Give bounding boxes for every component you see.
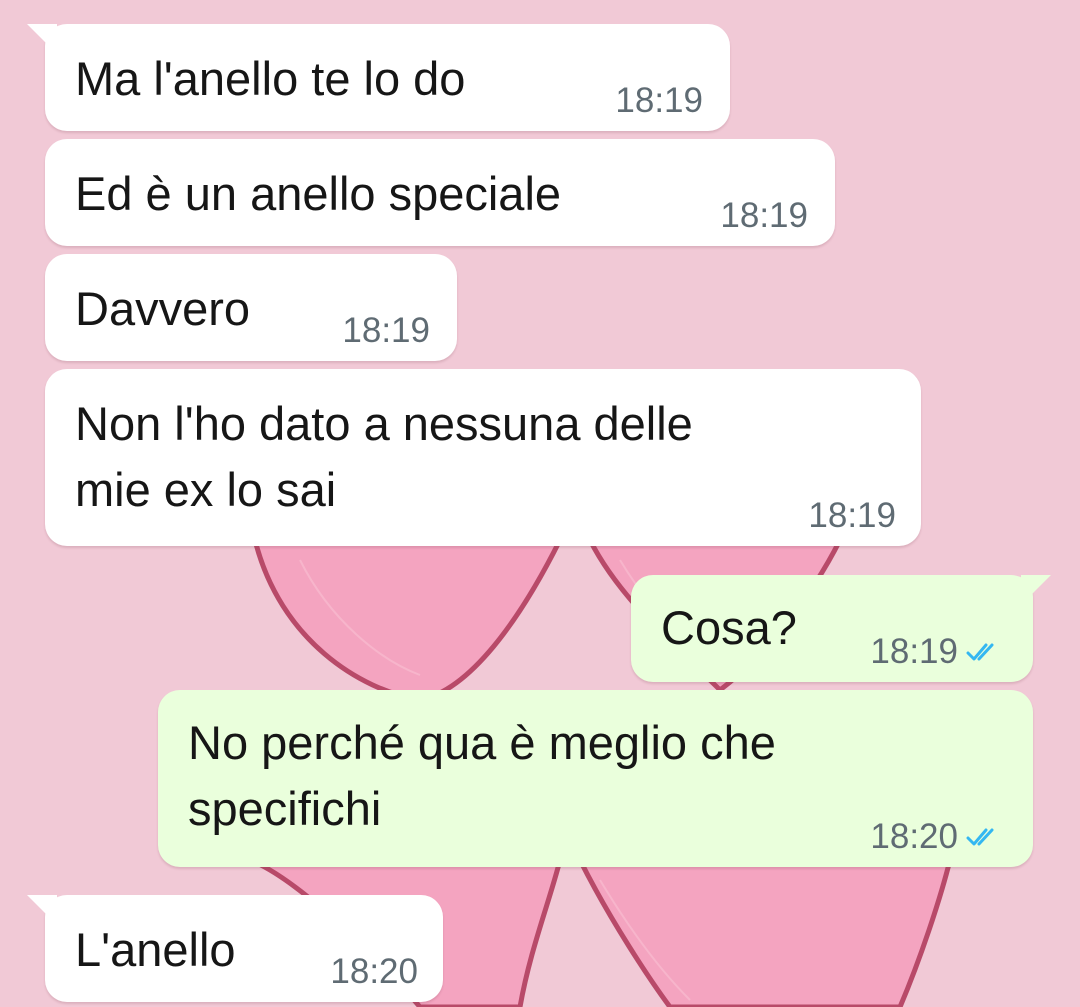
double-check-read-icon — [966, 643, 994, 661]
message-text: Cosa? — [661, 601, 797, 654]
message-text: Ed è un anello speciale — [75, 167, 562, 220]
message-text-line: mie ex lo sai — [75, 463, 337, 516]
message-bubble-outgoing[interactable]: No perché qua è meglio che specifichi 18… — [158, 690, 1033, 867]
message-time: 18:20 — [870, 817, 958, 856]
message-bubble-outgoing[interactable]: Cosa? 18:19 — [631, 575, 1051, 682]
message-text: Davvero — [75, 282, 251, 335]
message-bubble-incoming[interactable]: Non l'ho dato a nessuna delle mie ex lo … — [45, 369, 921, 546]
message-text-line: No perché qua è meglio che — [188, 716, 776, 769]
message-text: L'anello — [75, 923, 236, 976]
message-timestamp-group: 18:19 — [342, 311, 430, 351]
message-text-line: specifichi — [188, 782, 382, 835]
message-timestamp-group: 18:19 — [808, 496, 896, 536]
message-text-line: Non l'ho dato a nessuna delle — [75, 397, 693, 450]
double-check-read-icon — [966, 828, 994, 846]
message-timestamp-group: 18:20 — [870, 817, 1006, 857]
message-time: 18:19 — [808, 496, 896, 535]
message-bubble-incoming[interactable]: Ma l'anello te lo do 18:19 — [27, 24, 730, 131]
message-time: 18:19 — [615, 81, 703, 120]
message-bubble-incoming[interactable]: L'anello 18:20 — [27, 895, 443, 1002]
message-bubble-incoming[interactable]: Ed è un anello speciale 18:19 — [45, 139, 835, 246]
message-timestamp-group: 18:20 — [330, 952, 418, 992]
message-text: Ma l'anello te lo do — [75, 52, 466, 105]
message-time: 18:19 — [870, 632, 958, 671]
message-timestamp-group: 18:19 — [615, 81, 703, 121]
message-time: 18:20 — [330, 952, 418, 991]
message-timestamp-group: 18:19 — [720, 196, 808, 236]
message-time: 18:19 — [720, 196, 808, 235]
message-time: 18:19 — [342, 311, 430, 350]
message-bubble-incoming[interactable]: Davvero 18:19 — [45, 254, 457, 361]
message-timestamp-group: 18:19 — [870, 632, 1006, 672]
